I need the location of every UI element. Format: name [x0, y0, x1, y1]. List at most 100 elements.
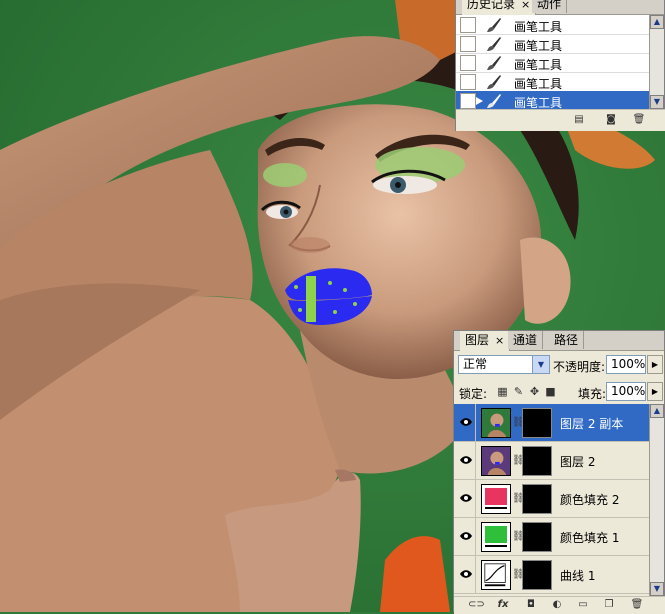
opacity-slider-button[interactable]: ▶ — [647, 355, 663, 374]
close-icon[interactable]: × — [521, 0, 530, 11]
link-chain-icon[interactable]: ⛓ — [512, 416, 525, 430]
layer-row[interactable]: ⛓ 曲线 1 — [454, 556, 651, 594]
lock-all-icon[interactable]: ■ — [544, 385, 557, 398]
layer-thumbnail[interactable] — [481, 408, 511, 438]
tab-history[interactable]: 历史记录 × — [462, 0, 537, 15]
mask-icon[interactable]: ◘ — [524, 599, 538, 611]
layer-name: 颜色填充 1 — [560, 531, 620, 545]
blend-mode-select[interactable]: 正常 ▼ — [458, 355, 550, 374]
layer-row[interactable]: ⛓ 颜色填充 2 — [454, 480, 651, 518]
layer-mask-thumbnail[interactable] — [522, 560, 552, 590]
visibility-toggle[interactable] — [456, 480, 476, 517]
eye-icon — [460, 570, 472, 578]
trash-icon[interactable]: 🗑 — [630, 599, 644, 611]
color-fill-thumbnail[interactable] — [481, 522, 511, 552]
link-icon[interactable]: ⊂⊃ — [468, 599, 485, 611]
layer-thumbnail[interactable] — [481, 446, 511, 476]
history-state-pointer-icon[interactable] — [476, 97, 483, 105]
history-item[interactable]: 画笔工具 — [456, 72, 650, 92]
visibility-toggle[interactable] — [456, 404, 476, 441]
scroll-down-icon[interactable]: ▼ — [650, 582, 664, 596]
fill-swatch-bar — [485, 545, 507, 547]
layer-mask-thumbnail[interactable] — [522, 408, 552, 438]
tab-history-label: 历史记录 — [467, 0, 516, 11]
history-item-label: 画笔工具 — [514, 20, 563, 34]
trash-icon[interactable]: 🗑 — [632, 114, 646, 126]
scroll-down-icon[interactable]: ▼ — [650, 95, 664, 109]
fill-color-swatch — [485, 488, 507, 505]
eye-icon — [460, 532, 472, 540]
history-source-checkbox[interactable] — [460, 55, 476, 71]
fill-value: 100% — [611, 384, 646, 398]
brush-icon — [487, 37, 501, 51]
fill-label: 填充: — [578, 387, 607, 401]
tab-channels[interactable]: 通道 — [508, 331, 544, 349]
layers-scrollbar[interactable]: ▲ ▼ — [649, 404, 664, 596]
lock-image-pixels-icon[interactable]: ✎ — [512, 385, 525, 398]
history-source-checkbox[interactable] — [460, 17, 476, 33]
tab-actions[interactable]: 动作 — [532, 0, 568, 13]
curves-icon[interactable] — [481, 560, 511, 590]
opacity-field[interactable]: 100% — [606, 355, 646, 374]
lock-transparency-icon[interactable]: ▦ — [496, 385, 509, 398]
history-item-label: 画笔工具 — [514, 77, 563, 91]
layer-mask-thumbnail[interactable] — [522, 522, 552, 552]
tab-paths[interactable]: 路径 — [549, 331, 585, 349]
scroll-up-icon[interactable]: ▲ — [650, 404, 664, 418]
visibility-toggle[interactable] — [456, 442, 476, 479]
camera-snapshot-icon[interactable]: ◙ — [604, 114, 618, 126]
brush-icon — [487, 18, 501, 32]
tab-paths-label: 路径 — [554, 333, 579, 347]
layer-mask-thumbnail[interactable] — [522, 484, 552, 514]
history-item-selected[interactable]: 画笔工具 — [456, 91, 650, 111]
layers-footer: ⊂⊃ fx ◘ ◐ ▭ ❐ 🗑 — [454, 596, 665, 614]
layer-name: 图层 2 — [560, 455, 596, 469]
layer-mask-thumbnail[interactable] — [522, 446, 552, 476]
layer-row[interactable]: ⛓ 图层 2 — [454, 442, 651, 480]
brush-icon — [487, 56, 501, 70]
layer-name: 颜色填充 2 — [560, 493, 620, 507]
tab-layers[interactable]: 图层 × — [460, 331, 511, 351]
fx-icon[interactable]: fx — [496, 599, 510, 611]
visibility-toggle[interactable] — [456, 556, 476, 593]
lock-position-icon[interactable]: ✥ — [528, 385, 541, 398]
color-fill-thumbnail[interactable] — [481, 484, 511, 514]
history-list: 画笔工具 画笔工具 画笔工具 画笔工具 画笔工具 — [456, 15, 650, 111]
visibility-toggle[interactable] — [456, 518, 476, 555]
history-footer: ▤ ◙ 🗑 — [456, 109, 665, 131]
history-scrollbar[interactable]: ▲ ▼ — [649, 15, 664, 109]
history-item[interactable]: 画笔工具 — [456, 53, 650, 73]
fill-swatch-bar — [485, 507, 507, 509]
close-icon[interactable]: × — [495, 334, 504, 347]
new-layer-icon[interactable]: ❐ — [602, 599, 616, 611]
lock-label: 锁定: — [459, 387, 488, 401]
link-chain-icon[interactable]: ⛓ — [512, 492, 525, 506]
adjustment-icon[interactable]: ◐ — [550, 599, 564, 611]
eye-icon — [460, 456, 472, 464]
history-panel: 历史记录 × 动作 画笔工具 画笔工具 画笔工具 画笔工具 画笔工具 ▲ ▼ ▤… — [455, 0, 665, 131]
blend-mode-value: 正常 — [463, 357, 488, 371]
tab-layers-label: 图层 — [465, 333, 490, 347]
history-item-label: 画笔工具 — [514, 58, 563, 72]
fill-field[interactable]: 100% — [606, 382, 646, 401]
history-source-checkbox[interactable] — [460, 93, 476, 109]
history-source-checkbox[interactable] — [460, 36, 476, 52]
history-item[interactable]: 画笔工具 — [456, 34, 650, 54]
layer-row-selected[interactable]: ⛓ 图层 2 副本 — [454, 404, 651, 442]
layer-name: 曲线 1 — [560, 569, 596, 583]
fill-slider-button[interactable]: ▶ — [647, 382, 663, 401]
layer-row[interactable]: ⛓ 颜色填充 1 — [454, 518, 651, 556]
eye-icon — [460, 494, 472, 502]
scroll-up-icon[interactable]: ▲ — [650, 15, 664, 29]
new-document-from-state-icon[interactable]: ▤ — [572, 114, 586, 126]
link-chain-icon[interactable]: ⛓ — [512, 530, 525, 544]
history-item[interactable]: 画笔工具 — [456, 15, 650, 35]
layer-name: 图层 2 副本 — [560, 417, 624, 431]
chevron-down-icon[interactable]: ▼ — [532, 356, 549, 373]
history-item-label: 画笔工具 — [514, 39, 563, 53]
tab-channels-label: 通道 — [513, 333, 538, 347]
link-chain-icon[interactable]: ⛓ — [512, 568, 525, 582]
link-chain-icon[interactable]: ⛓ — [512, 454, 525, 468]
folder-icon[interactable]: ▭ — [576, 599, 590, 611]
history-source-checkbox[interactable] — [460, 74, 476, 90]
